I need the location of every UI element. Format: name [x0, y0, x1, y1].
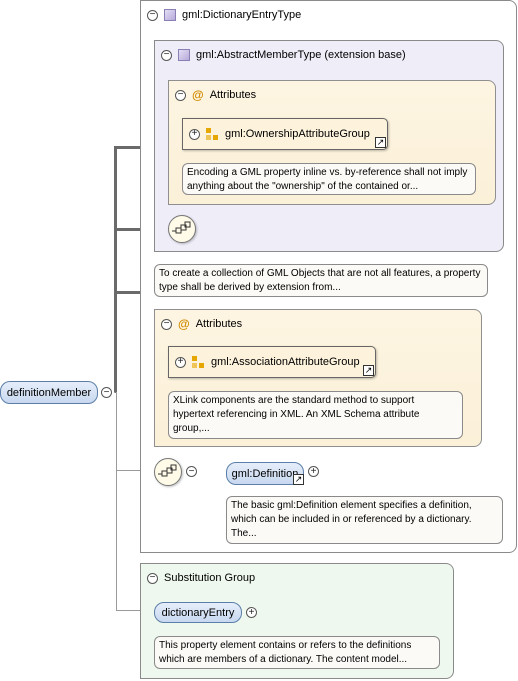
expand-toggle-icon[interactable]: + [175, 356, 186, 368]
ownership-attribute-group[interactable]: + gml:OwnershipAttributeGroup ↗ [182, 118, 388, 150]
abstract-member-annotation: To create a collection of GML Objects th… [154, 264, 488, 297]
type-label: gml:DictionaryEntryType [182, 9, 302, 21]
collapse-toggle-icon[interactable]: − [101, 387, 112, 398]
attribute-group-label: gml:AssociationAttributeGroup [211, 356, 360, 368]
dictionary-entry-annotation: This property element contains or refers… [154, 636, 440, 669]
sequence-compositor-icon[interactable] [168, 215, 196, 243]
attributes-label: Attributes [209, 89, 257, 101]
collapse-toggle-icon[interactable]: − [147, 572, 158, 584]
ownership-annotation: Encoding a GML property inline vs. by-re… [182, 163, 476, 195]
base-type-label: gml:AbstractMemberType (extension base) [196, 49, 406, 61]
complex-type-icon [164, 9, 176, 21]
shortcut-arrow-icon: ↗ [363, 365, 374, 376]
collapse-toggle-icon[interactable]: − [161, 49, 172, 61]
definition-annotation: The basic gml:Definition element specifi… [226, 496, 503, 544]
attribute-icon: @ [178, 317, 190, 331]
collapse-toggle-icon[interactable]: − [147, 9, 158, 21]
collapse-toggle-icon[interactable]: − [161, 318, 172, 330]
dictionary-entry-element[interactable]: dictionaryEntry [154, 602, 242, 623]
gml-definition-element[interactable]: gml:Definition ↗ [226, 462, 304, 485]
attribute-icon: @ [192, 88, 204, 102]
collapse-toggle-icon[interactable]: − [175, 89, 186, 101]
connector-line [116, 393, 117, 610]
expand-toggle-icon[interactable]: + [189, 128, 200, 140]
attributes-label: Attributes [195, 318, 243, 330]
element-label: definitionMember [6, 386, 92, 399]
expand-toggle-icon[interactable]: + [308, 466, 319, 477]
complex-type-icon [178, 49, 190, 61]
collapse-toggle-icon[interactable]: − [186, 466, 197, 477]
substitution-group-label: Substitution Group [164, 572, 256, 584]
attribute-group-label: gml:OwnershipAttributeGroup [225, 128, 370, 140]
association-attribute-group[interactable]: + gml:AssociationAttributeGroup ↗ [168, 346, 376, 378]
shortcut-arrow-icon: ↗ [293, 474, 304, 485]
connector-line [114, 146, 117, 393]
attribute-group-icon [192, 355, 205, 369]
definition-member-element[interactable]: definitionMember [0, 381, 98, 404]
shortcut-arrow-icon: ↗ [375, 137, 386, 148]
element-label: gml:Definition [231, 467, 299, 480]
expand-toggle-icon[interactable]: + [246, 607, 257, 618]
attribute-group-icon [206, 127, 219, 141]
element-label: dictionaryEntry [161, 606, 235, 619]
sequence-compositor-icon[interactable] [154, 458, 182, 486]
xlink-annotation: XLink components are the standard method… [168, 391, 463, 439]
